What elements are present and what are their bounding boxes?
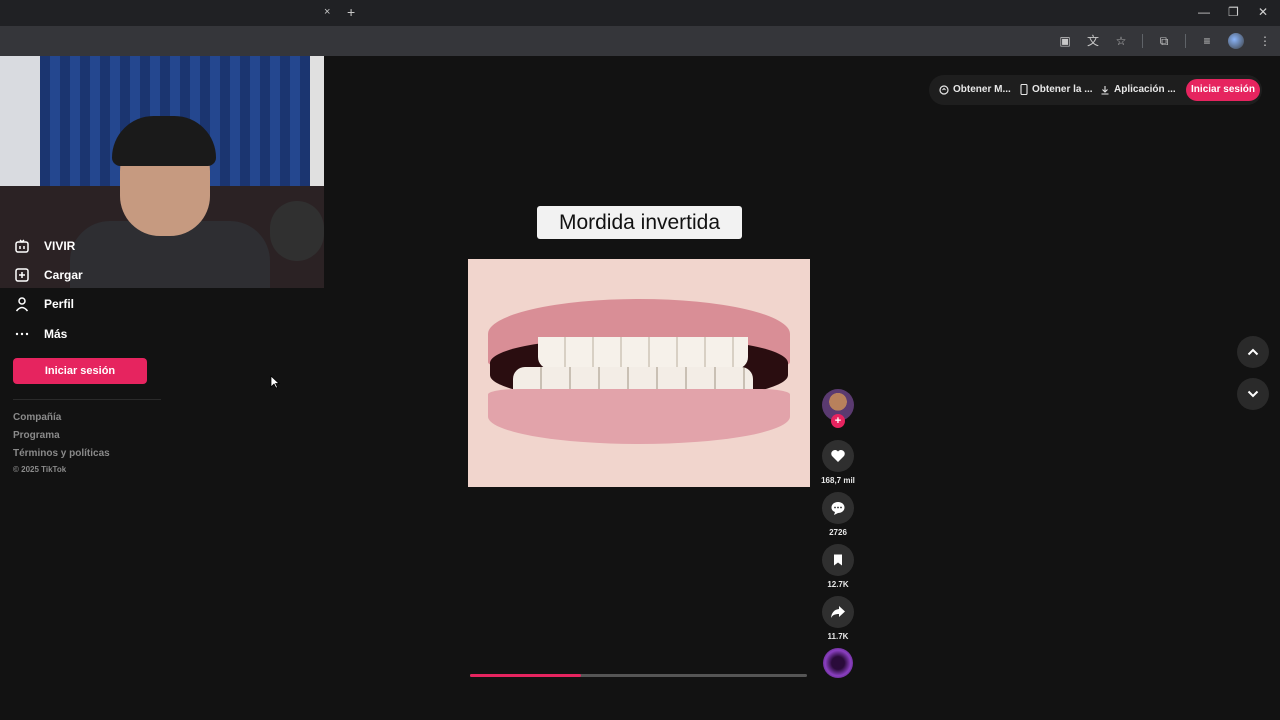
video-progress-bar[interactable] [470,674,807,677]
next-video-button[interactable] [1237,378,1269,410]
bookmark-icon [834,554,842,566]
browser-profile-icon[interactable] [1228,33,1244,49]
get-app-label: Obtener la ... [1032,84,1093,95]
minimize-button[interactable]: — [1198,5,1210,19]
phone-icon [1020,84,1028,95]
browser-tab-strip: × + — ❐ ✕ [0,0,1280,26]
top-action-bar: Obtener M... Obtener la ... Aplicación .… [929,75,1262,105]
get-coins-label: Obtener M... [953,84,1011,95]
heart-icon [831,450,845,462]
video-caption-overlay: Mordida invertida [537,206,742,239]
sidebar-item-label: Más [44,327,68,341]
sidebar-item-upload[interactable]: Cargar [14,267,83,283]
upload-icon [15,268,29,282]
more-icon [15,332,29,336]
sidebar-item-label: Cargar [44,268,83,282]
comment-icon [831,502,845,515]
footer-link-company[interactable]: Compañía [13,412,61,423]
previous-video-button[interactable] [1237,336,1269,368]
media-control-icon[interactable]: ≡ [1200,34,1214,48]
new-tab-button[interactable]: + [347,4,355,20]
chevron-down-icon [1247,390,1259,398]
like-count: 168,7 mil [821,476,855,485]
tiktok-page: VIVIR Cargar Perfil Más Iniciar sesión C… [0,56,1280,720]
footer-link-terms[interactable]: Términos y políticas [13,448,110,459]
sidebar-item-label: Perfil [44,297,75,311]
toolbar-separator [1142,34,1143,48]
topbar-login-button[interactable]: Iniciar sesión [1186,79,1260,101]
save-button[interactable] [822,544,854,576]
tab-close-button[interactable]: × [324,6,330,18]
share-arrow-icon [831,606,845,618]
video-player[interactable] [468,259,810,487]
webcam-microphone [270,201,324,261]
like-button[interactable] [822,440,854,472]
toolbar-separator [1185,34,1186,48]
share-button[interactable] [822,596,854,628]
close-window-button[interactable]: ✕ [1258,5,1268,19]
sidebar-item-label: VIVIR [44,239,76,253]
share-count: 11.7K [827,632,849,641]
footer-link-program[interactable]: Programa [13,430,60,441]
follow-plus-icon[interactable]: + [831,414,845,428]
coin-icon [939,84,949,95]
video-frame-upper-teeth [538,337,748,369]
music-disc-avatar[interactable] [823,648,853,678]
desktop-app-label: Aplicación ... [1114,84,1176,95]
browser-menu-icon[interactable]: ⋮ [1258,34,1272,48]
browser-toolbar: ▣ 文 ☆ ⧉ ≡ ⋮ [0,26,1280,56]
video-frame-lower-lip [488,389,790,444]
sidebar-login-button[interactable]: Iniciar sesión [13,358,147,384]
save-count: 12.7K [827,580,849,589]
comment-button[interactable] [822,492,854,524]
translate-icon[interactable]: 文 [1086,34,1100,48]
sidebar-item-profile[interactable]: Perfil [14,296,74,312]
desktop-app-link[interactable]: Aplicación ... [1100,84,1176,95]
comment-count: 2726 [829,528,847,537]
restore-button[interactable]: ❐ [1228,5,1239,19]
mouse-cursor-icon [270,375,280,389]
install-app-icon[interactable]: ▣ [1058,34,1072,48]
video-progress-fill [470,674,582,677]
bookmark-star-icon[interactable]: ☆ [1114,34,1128,48]
sidebar-item-more[interactable]: Más [14,326,67,342]
sidebar-divider [13,399,161,400]
copyright-text: © 2025 TikTok [13,465,67,474]
download-icon [1101,85,1109,95]
live-icon [15,239,29,253]
get-coins-link[interactable]: Obtener M... [939,84,1011,95]
sidebar-item-live[interactable]: VIVIR [14,238,75,254]
extensions-icon[interactable]: ⧉ [1157,34,1171,48]
profile-icon [15,297,29,312]
get-app-link[interactable]: Obtener la ... [1020,84,1093,95]
chevron-up-icon [1247,348,1259,356]
